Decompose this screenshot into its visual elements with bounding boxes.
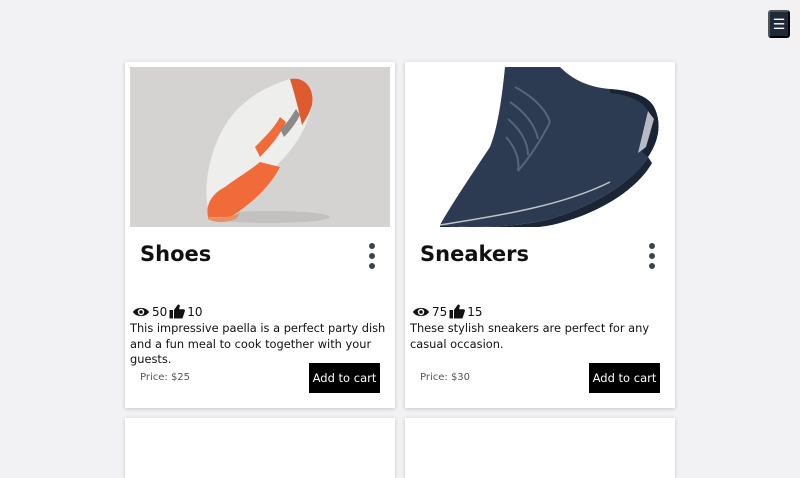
product-card-partial xyxy=(125,418,395,478)
more-options-icon[interactable] xyxy=(365,243,379,269)
product-title: Sneakers xyxy=(420,242,529,266)
thumbs-up-icon xyxy=(169,304,186,319)
product-card-shoes: Shoes 50 10 This impressive paella is a … xyxy=(125,62,395,408)
hamburger-icon: ☰ xyxy=(772,16,786,32)
product-stats: 75 15 xyxy=(412,304,485,319)
product-title: Shoes xyxy=(140,242,212,266)
thumbs-up-icon xyxy=(449,304,466,319)
product-image-sneakers xyxy=(410,67,670,227)
menu-button[interactable]: ☰ xyxy=(768,10,790,38)
product-image-shoes xyxy=(130,67,390,227)
product-price: Price: $25 xyxy=(140,372,191,383)
view-count: 75 xyxy=(432,304,448,319)
add-to-cart-button[interactable]: Add to cart xyxy=(309,363,380,393)
add-to-cart-button[interactable]: Add to cart xyxy=(589,363,660,393)
view-count: 50 xyxy=(152,304,168,319)
product-description: This impressive paella is a perfect part… xyxy=(130,321,386,366)
product-price: Price: $30 xyxy=(420,372,471,383)
eye-icon xyxy=(412,305,430,319)
product-stats: 50 10 xyxy=(132,304,205,319)
more-options-icon[interactable] xyxy=(645,243,659,269)
like-count: 15 xyxy=(467,304,483,319)
like-count: 10 xyxy=(187,304,203,319)
eye-icon xyxy=(132,305,150,319)
product-card-partial xyxy=(405,418,675,478)
product-card-sneakers: Sneakers 75 15 These stylish sneakers ar… xyxy=(405,62,675,408)
product-description: These stylish sneakers are perfect for a… xyxy=(410,321,650,351)
